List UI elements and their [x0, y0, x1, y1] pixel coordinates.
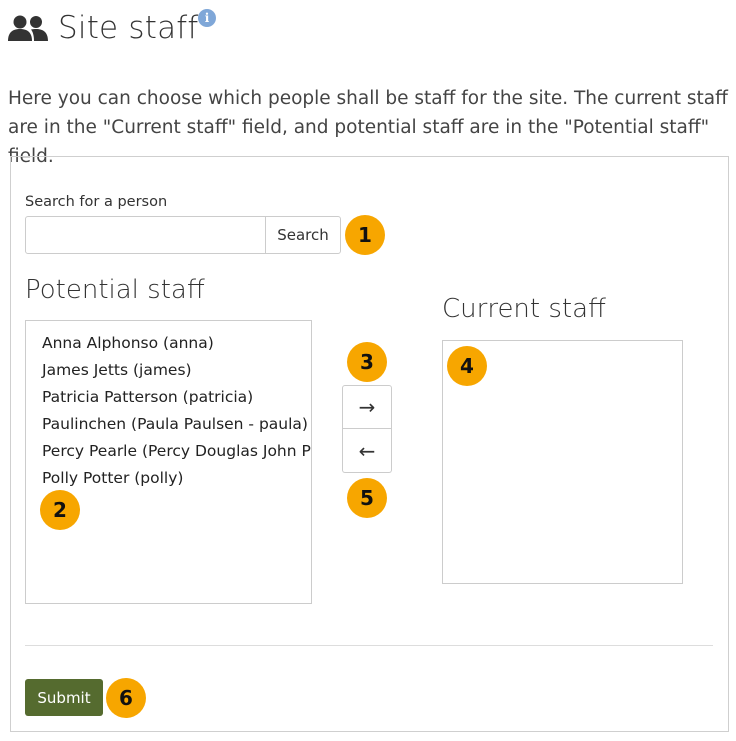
info-icon[interactable]: i: [198, 9, 216, 27]
page-title: Site staff: [58, 10, 199, 46]
divider: [25, 645, 713, 646]
search-label: Search for a person: [25, 194, 168, 210]
potential-staff-heading: Potential staff: [25, 275, 205, 305]
callout-badge-6: 6: [106, 678, 146, 718]
list-item[interactable]: Polly Potter (polly): [26, 465, 311, 492]
callout-badge-3: 3: [347, 342, 387, 382]
potential-staff-list[interactable]: Anna Alphonso (anna) James Jetts (james)…: [25, 320, 312, 604]
page-header: Site staff: [8, 6, 199, 50]
callout-badge-5: 5: [347, 478, 387, 518]
search-button[interactable]: Search: [265, 216, 341, 254]
users-icon: [8, 15, 48, 41]
callout-badge-4: 4: [447, 346, 487, 386]
list-item[interactable]: James Jetts (james): [26, 357, 311, 384]
move-right-button[interactable]: →: [342, 385, 392, 429]
list-item[interactable]: Anna Alphonso (anna): [26, 330, 311, 357]
list-item[interactable]: Patricia Patterson (patricia): [26, 384, 311, 411]
arrow-right-icon: →: [358, 395, 376, 419]
current-staff-heading: Current staff: [442, 294, 606, 324]
move-left-button[interactable]: ←: [342, 429, 392, 473]
callout-badge-2: 2: [40, 490, 80, 530]
list-item[interactable]: Paulinchen (Paula Paulsen - paula): [26, 411, 311, 438]
arrow-left-icon: ←: [358, 438, 376, 463]
list-item[interactable]: Percy Pearle (Percy Douglas John P: [26, 438, 311, 465]
submit-button[interactable]: Submit: [25, 679, 103, 716]
search-input[interactable]: [25, 216, 266, 254]
callout-badge-1: 1: [345, 215, 385, 255]
